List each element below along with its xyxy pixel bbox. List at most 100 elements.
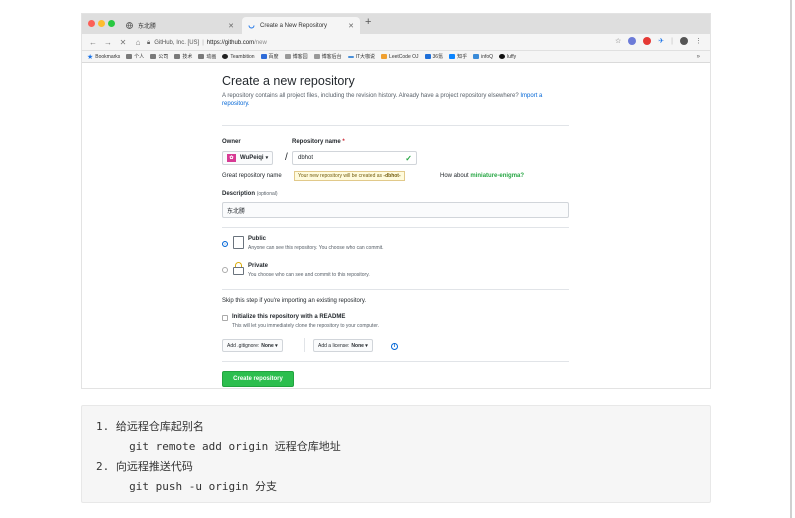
extension-icon[interactable] — [628, 37, 637, 45]
gitignore-select[interactable]: Add .gitignore: None ▾ — [222, 339, 283, 352]
teambition-icon — [222, 54, 229, 59]
bookmark-star-icon[interactable]: ☆ — [615, 37, 621, 45]
required-mark: * — [342, 139, 345, 145]
description-label: Description (optional) — [222, 191, 278, 197]
leetcode-icon — [381, 54, 388, 59]
skip-step-text: Skip this step if you're importing an ex… — [222, 298, 367, 304]
address-bar[interactable]: 🔒︎ GitHub, Inc. [US] | https://github.co… — [147, 37, 267, 49]
bookmark-item-anime[interactable]: 动画 — [198, 53, 216, 60]
bookmarks-bar: ★ Bookmarks 个人 公司 技术 动画 Teambition 百度 博客园… — [82, 51, 710, 63]
tab-create-repository[interactable]: Create a New Repository ✕ — [242, 17, 360, 34]
forward-arrow-icon[interactable]: → — [104, 38, 112, 47]
suggested-name-link[interactable]: miniature-enigma? — [470, 173, 524, 179]
extensions-area: ☆ ✈ | ⋮ — [615, 37, 702, 45]
owner-label: Owner — [222, 139, 241, 145]
page-scrollbar[interactable] — [790, 0, 792, 518]
bookmark-item-36kr[interactable]: 36氪 — [424, 53, 443, 60]
divider — [222, 227, 569, 228]
select-divider — [304, 338, 305, 352]
tab-dongbeisheng[interactable]: 东北勝 ✕ — [120, 17, 240, 34]
optional-hint: (optional) — [256, 191, 278, 197]
bookmark-item-infoq[interactable]: infoQ — [473, 54, 493, 60]
page-lead: A repository contains all project files,… — [222, 93, 543, 107]
new-repo-form: Create a new repository A repository con… — [222, 74, 572, 108]
license-select[interactable]: Add a license: None ▾ — [313, 339, 373, 352]
checkmark-icon: ✓ — [405, 153, 412, 163]
repo-book-icon — [233, 236, 244, 249]
36kr-icon — [424, 54, 431, 59]
bookmarks-overflow-icon[interactable]: » — [697, 54, 700, 60]
url-host: https://github.com — [206, 40, 255, 46]
itdks-icon — [347, 55, 354, 58]
close-tab-icon[interactable]: ✕ — [228, 22, 234, 30]
minimize-window-button[interactable] — [98, 20, 105, 27]
close-tab-icon[interactable]: ✕ — [348, 22, 354, 30]
public-description: Anyone can see this repository. You choo… — [248, 245, 384, 251]
divider — [222, 361, 569, 362]
adblock-icon[interactable] — [643, 37, 652, 45]
infoq-icon — [473, 54, 480, 59]
profile-avatar-icon[interactable] — [680, 37, 688, 45]
private-radio[interactable] — [222, 267, 228, 273]
readme-checkbox[interactable] — [222, 315, 228, 321]
github-icon — [499, 54, 506, 59]
new-tab-button[interactable]: + — [365, 16, 371, 28]
maximize-window-button[interactable] — [108, 20, 115, 27]
close-window-button[interactable] — [88, 20, 95, 27]
bookmark-item-cnblogs[interactable]: 博客园 — [284, 53, 308, 60]
star-icon: ★ — [87, 53, 94, 61]
readme-title: Initialize this repository with a README — [232, 314, 346, 320]
send-icon[interactable]: ✈ — [658, 37, 664, 45]
note-line: 2. 向远程推送代码 — [96, 460, 193, 473]
loading-spinner-icon — [248, 22, 255, 29]
folder-icon — [150, 54, 157, 59]
bookmark-item-leetcode[interactable]: LeetCode OJ — [381, 54, 419, 60]
repository-name-input[interactable]: dbhot ✓ — [292, 151, 417, 165]
note-line: git remote add origin 远程仓库地址 — [96, 440, 341, 453]
url-path: /new — [254, 40, 267, 46]
command-notes: 1. 给远程仓库起别名 git remote add origin 远程仓库地址… — [81, 405, 711, 503]
bookmark-item-bookmarks[interactable]: ★ Bookmarks — [87, 53, 120, 61]
bookmark-item-zhihu[interactable]: 知乎 — [449, 53, 467, 60]
bookmark-item-blog-admin[interactable]: 博客后台 — [313, 53, 342, 60]
note-line: 1. 给远程仓库起别名 — [96, 420, 204, 433]
bookmark-item-tech[interactable]: 技术 — [174, 53, 192, 60]
description-input[interactable]: 东北勝 — [222, 202, 569, 218]
more-menu-icon[interactable]: ⋮ — [695, 37, 702, 45]
stop-icon[interactable]: ✕ — [119, 38, 127, 47]
zhihu-icon — [449, 54, 456, 59]
back-arrow-icon[interactable]: ← — [89, 38, 97, 47]
repository-name-hint: Great repository name — [222, 173, 282, 179]
readme-description: This will let you immediately clone the … — [232, 323, 380, 329]
page-title: Create a new repository — [222, 74, 355, 88]
note-line: git push -u origin 分支 — [96, 480, 277, 493]
home-icon[interactable]: ⌂ — [134, 38, 142, 47]
url-separator: | — [202, 40, 204, 46]
lock-icon: 🔒︎ — [147, 39, 151, 46]
name-suggestion: How about miniature-enigma? — [440, 173, 525, 179]
cnblogs-icon — [284, 54, 291, 59]
repository-name-tooltip: Your new repository will be created as -… — [294, 171, 405, 181]
bookmark-item-personal[interactable]: 个人 — [126, 53, 144, 60]
lock-icon — [233, 262, 244, 275]
bookmark-item-luffy[interactable]: luffy — [499, 54, 516, 60]
bookmark-item-company[interactable]: 公司 — [150, 53, 168, 60]
toolbar-divider: | — [671, 37, 673, 45]
bookmark-item-baidu[interactable]: 百度 — [260, 53, 279, 60]
baidu-icon — [260, 54, 267, 59]
browser-toolbar: ← → ✕ ⌂ 🔒︎ GitHub, Inc. [US] | https://g… — [82, 34, 710, 51]
cnblogs-icon — [313, 54, 320, 59]
private-description: You choose who can see and commit to thi… — [248, 272, 370, 278]
info-icon[interactable]: i — [391, 343, 398, 350]
avatar: ✿ — [227, 154, 236, 162]
tab-title: 东北勝 — [138, 24, 157, 30]
public-radio[interactable] — [222, 241, 228, 247]
create-repository-button[interactable]: Create repository — [222, 371, 294, 387]
tooltip-repo-name: -dbhot- — [383, 173, 401, 179]
bookmark-item-teambition[interactable]: Teambition — [222, 54, 255, 60]
globe-icon — [126, 22, 133, 29]
owner-select[interactable]: ✿ WuPeiqi ▾ — [222, 151, 274, 165]
bookmark-item-itdks[interactable]: IT大咖说 — [347, 53, 375, 60]
public-title: Public — [248, 236, 267, 242]
divider — [222, 289, 569, 290]
